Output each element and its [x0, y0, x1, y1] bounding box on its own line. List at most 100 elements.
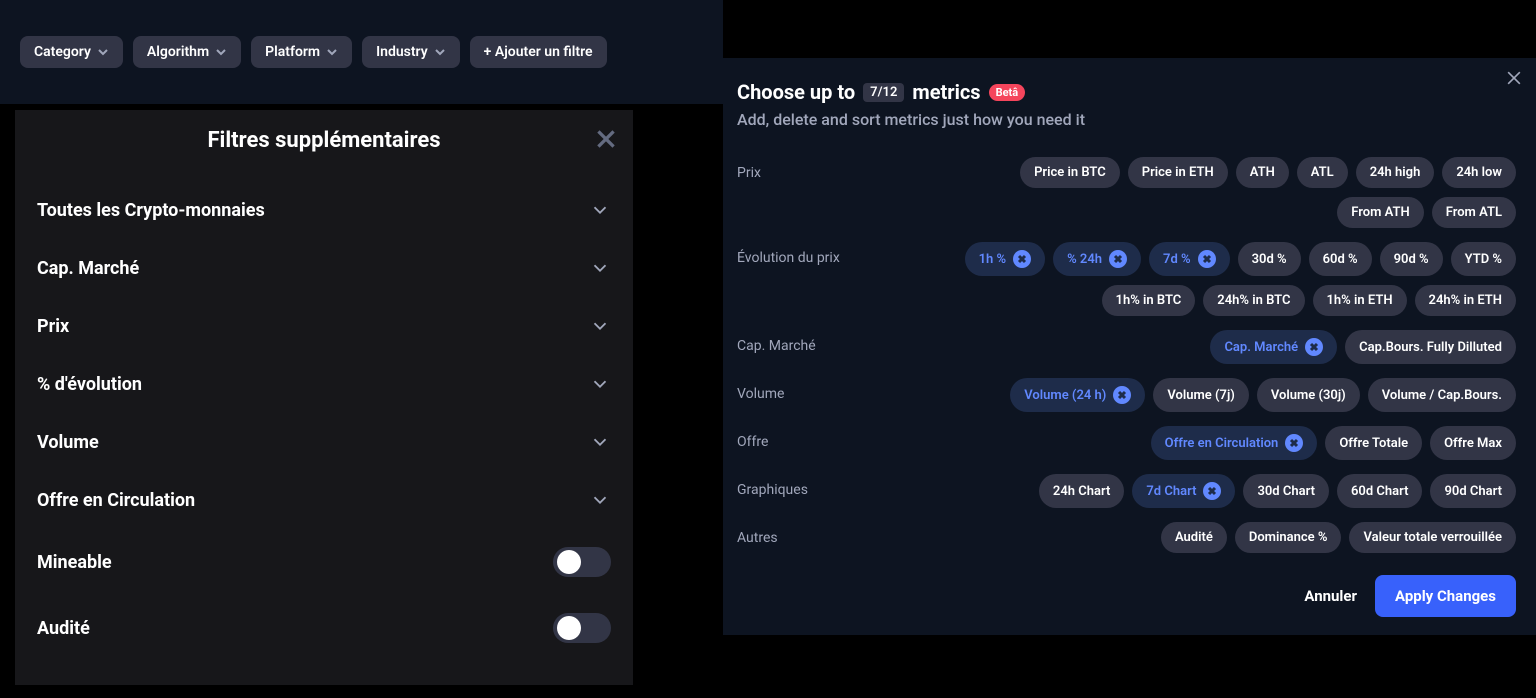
beta-badge: Betâ — [989, 84, 1026, 101]
metric-chip[interactable]: 7d Chart — [1132, 474, 1235, 508]
chips-wrap: Audité Dominance % Valeur totale verrouill… — [937, 522, 1516, 553]
filter-expand-row[interactable]: Toutes les Crypto-monnaies — [15, 181, 633, 239]
metric-chip[interactable]: YTD % — [1451, 242, 1516, 276]
metric-chip[interactable]: 24h high — [1356, 157, 1435, 188]
toggle-switch[interactable] — [553, 547, 611, 577]
metric-chip[interactable]: 30d % — [1238, 242, 1301, 276]
filter-row-label: % d'évolution — [37, 374, 142, 395]
metric-chip[interactable]: 60d % — [1309, 242, 1372, 276]
chip-label: ATH — [1250, 165, 1275, 180]
metric-chip[interactable]: 60d Chart — [1337, 474, 1423, 508]
metric-chip[interactable]: Offre en Circulation — [1151, 426, 1318, 460]
remove-icon[interactable] — [1198, 250, 1216, 268]
chip-label: 1h% in ETH — [1327, 293, 1393, 308]
filter-industry[interactable]: Industry — [362, 36, 460, 68]
metric-chip[interactable]: Volume / Cap.Bours. — [1368, 378, 1516, 412]
metric-chip[interactable]: Offre Max — [1430, 426, 1516, 460]
remove-icon[interactable] — [1113, 386, 1131, 404]
filter-expand-row[interactable]: Prix — [15, 297, 633, 355]
filter-platform[interactable]: Platform — [251, 36, 352, 68]
chip-label: From ATH — [1351, 205, 1409, 220]
chip-label: Volume / Cap.Bours. — [1382, 388, 1502, 403]
metric-section: OffreOffre en CirculationOffre TotaleOff… — [737, 426, 1516, 460]
chip-label: Valeur totale verrouillée — [1363, 530, 1502, 545]
apply-button[interactable]: Apply Changes — [1375, 575, 1516, 617]
title-post: metrics — [912, 80, 980, 104]
metric-section: Évolution du prix 1h % % 24h 7d %30d % 60d %… — [737, 242, 1516, 316]
metric-chip[interactable]: Volume (24 h) — [1010, 378, 1145, 412]
chip-label: 90d Chart — [1444, 484, 1502, 499]
remove-icon[interactable] — [1305, 338, 1323, 356]
metric-chip[interactable]: 1h% in BTC — [1102, 285, 1196, 316]
metric-chip[interactable]: Dominance % — [1235, 522, 1342, 553]
filter-bar: Category Algorithm Platform Industry + A… — [0, 0, 723, 104]
chip-label: % 24h — [1067, 252, 1102, 267]
section-name: Graphiques — [737, 474, 937, 498]
metric-section: VolumeVolume (24 h)Volume (7j)Volume (30… — [737, 378, 1516, 412]
metric-chip[interactable]: 24h low — [1442, 157, 1516, 188]
metric-chip[interactable]: Offre Totale — [1325, 426, 1422, 460]
metric-chip[interactable]: 1h% in ETH — [1313, 285, 1407, 316]
chevron-down-icon — [215, 46, 227, 58]
section-name: Cap. Marché — [737, 330, 937, 354]
filter-algorithm[interactable]: Algorithm — [133, 36, 241, 68]
metric-chip[interactable]: 7d % — [1149, 242, 1230, 276]
metric-chip[interactable]: From ATL — [1432, 197, 1516, 228]
chips-wrap: Offre en Circulation Offre TotaleOffre Ma… — [937, 426, 1516, 460]
chip-label: 60d % — [1323, 252, 1358, 267]
metric-chip[interactable]: Valeur totale verrouillée — [1349, 522, 1516, 553]
filter-label: Category — [34, 44, 91, 60]
filter-label: + Ajouter un filtre — [484, 44, 593, 60]
metric-section: Cap. MarchéCap. MarchéCap.Bours. Fully D… — [737, 330, 1516, 364]
metric-chip[interactable]: 30d Chart — [1243, 474, 1329, 508]
filter-category[interactable]: Category — [20, 36, 123, 68]
metric-chip[interactable]: Volume (7j) — [1153, 378, 1248, 412]
metric-chip[interactable]: Price in BTC — [1020, 157, 1120, 188]
metric-chip[interactable]: 90d % — [1380, 242, 1443, 276]
chip-label: 30d Chart — [1257, 484, 1315, 499]
remove-icon[interactable] — [1285, 434, 1303, 452]
filter-expand-row[interactable]: Offre en Circulation — [15, 471, 633, 529]
chip-label: ATL — [1311, 165, 1334, 180]
add-filter-button[interactable]: + Ajouter un filtre — [470, 36, 607, 68]
metric-chip[interactable]: Audité — [1161, 522, 1227, 553]
chips-wrap: Volume (24 h) Volume (7j) Volume (30j) Volu… — [937, 378, 1516, 412]
chips-wrap: 24h Chart7d Chart 30d Chart 60d Chart 90d C… — [937, 474, 1516, 508]
metric-chip[interactable]: 90d Chart — [1430, 474, 1516, 508]
filter-expand-row[interactable]: % d'évolution — [15, 355, 633, 413]
metric-chip[interactable]: From ATH — [1337, 197, 1423, 228]
chip-label: Price in BTC — [1034, 165, 1106, 180]
filter-label: Industry — [376, 44, 428, 60]
remove-icon[interactable] — [1013, 250, 1031, 268]
section-name: Évolution du prix — [737, 242, 937, 266]
section-name: Autres — [737, 522, 937, 546]
filter-label: Platform — [265, 44, 320, 60]
filter-row-label: Offre en Circulation — [37, 490, 195, 511]
remove-icon[interactable] — [1203, 482, 1221, 500]
remove-icon[interactable] — [1109, 250, 1127, 268]
metric-chip[interactable]: 24h% in ETH — [1415, 285, 1516, 316]
close-icon[interactable] — [593, 126, 619, 152]
chip-label: 24h low — [1456, 165, 1502, 180]
metric-chip[interactable]: 24h% in BTC — [1203, 285, 1304, 316]
chevron-down-icon — [589, 315, 611, 337]
metric-chip[interactable]: Price in ETH — [1128, 157, 1228, 188]
metric-chip[interactable]: Cap. Marché — [1210, 330, 1337, 364]
filter-row-label: Cap. Marché — [37, 258, 139, 279]
chip-label: Volume (7j) — [1167, 388, 1234, 403]
chip-label: Price in ETH — [1142, 165, 1214, 180]
metric-chip[interactable]: 24h Chart — [1039, 474, 1124, 508]
metric-chip[interactable]: ATH — [1236, 157, 1289, 188]
metric-chip[interactable]: % 24h — [1053, 242, 1141, 276]
toggle-switch[interactable] — [553, 613, 611, 643]
filter-row-label: Toutes les Crypto-monnaies — [37, 200, 265, 221]
cancel-button[interactable]: Annuler — [1304, 587, 1357, 605]
filter-expand-row[interactable]: Volume — [15, 413, 633, 471]
metric-chip[interactable]: Volume (30j) — [1257, 378, 1360, 412]
chip-label: Offre en Circulation — [1165, 436, 1279, 451]
metric-chip[interactable]: Cap.Bours. Fully Dilluted — [1345, 330, 1516, 364]
filter-expand-row[interactable]: Cap. Marché — [15, 239, 633, 297]
metric-chip[interactable]: 1h % — [965, 242, 1046, 276]
close-icon[interactable] — [1504, 68, 1524, 88]
metric-chip[interactable]: ATL — [1297, 157, 1348, 188]
